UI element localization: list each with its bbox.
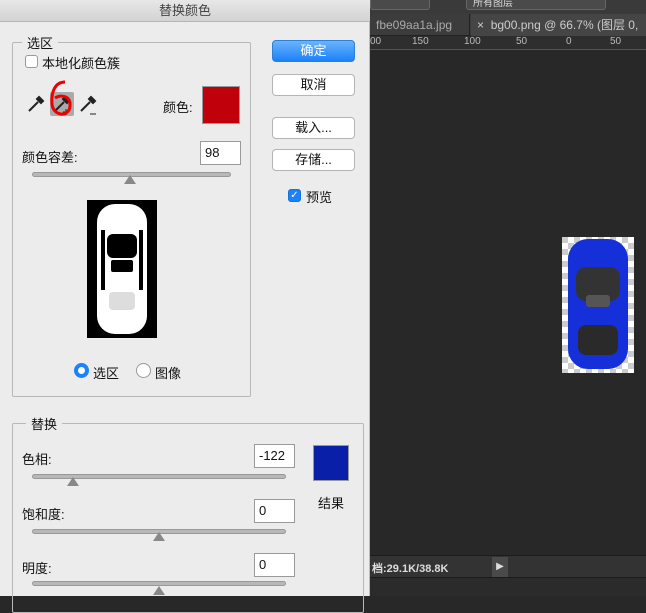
lightness-input[interactable]: 0	[254, 553, 295, 577]
tab-document-2[interactable]: × bg00.png @ 66.7% (图层 0,	[471, 14, 646, 36]
ruler-tick: 50	[516, 36, 528, 47]
ok-button[interactable]: 确定	[272, 40, 355, 62]
tab-document-1[interactable]: fbe09aa1a.jpg	[370, 14, 470, 36]
radio-selection-label: 选区	[93, 366, 120, 381]
ruler-tick: 150	[412, 36, 429, 47]
eyedropper-minus-icon[interactable]	[78, 94, 98, 116]
saturation-slider-thumb[interactable]	[153, 532, 165, 541]
doc-size-text: 档:29.1K/38.8K	[372, 563, 449, 575]
localized-clusters-checkbox[interactable]	[25, 55, 38, 68]
saturation-input[interactable]: 0	[254, 499, 295, 523]
canvas[interactable]	[370, 50, 646, 555]
tab-label: bg00.png @ 66.7% (图层 0,	[490, 18, 639, 32]
radio-image[interactable]	[136, 363, 151, 378]
ruler-tick: 100	[464, 36, 481, 47]
selection-preview-mask	[87, 200, 157, 338]
result-color-swatch[interactable]	[313, 445, 349, 481]
status-menu-arrow-icon[interactable]: ▶	[492, 557, 508, 577]
fuzziness-label: 颜色容差:	[22, 150, 78, 165]
option-dropdown[interactable]	[370, 0, 430, 10]
panel-bottom	[370, 577, 646, 596]
saturation-label: 饱和度:	[22, 507, 65, 522]
result-label: 结果	[318, 496, 345, 511]
tab-label: fbe09aa1a.jpg	[376, 18, 453, 32]
hue-label: 色相:	[22, 452, 52, 467]
radio-selection[interactable]	[74, 363, 89, 378]
ruler-tick: 00	[370, 36, 382, 47]
save-button[interactable]: 存储...	[272, 149, 355, 171]
selection-legend: 选区	[22, 33, 59, 52]
dropdown-value: 所有图层	[473, 0, 513, 9]
fuzziness-slider-thumb[interactable]	[123, 175, 136, 184]
status-bar: 档:29.1K/38.8K ▶	[370, 555, 646, 577]
ruler-tick: 0	[566, 36, 572, 47]
radio-image-label: 图像	[155, 366, 182, 381]
localized-clusters-label: 本地化颜色簇	[42, 56, 121, 71]
fuzziness-input[interactable]: 98	[200, 141, 241, 165]
close-icon[interactable]: ×	[477, 18, 484, 32]
hue-slider-thumb[interactable]	[66, 477, 79, 486]
load-button[interactable]: 载入...	[272, 117, 355, 139]
hue-input[interactable]: -122	[254, 444, 295, 468]
preview-label: 预览	[306, 190, 333, 205]
color-label: 颜色:	[163, 100, 193, 115]
sample-layers-dropdown[interactable]: 所有图层	[466, 0, 606, 10]
car-image	[562, 237, 634, 373]
dialog-title: 替换颜色	[0, 0, 370, 22]
red-annotation-circle	[50, 80, 72, 116]
document-tabs: fbe09aa1a.jpg × bg00.png @ 66.7% (图层 0,	[370, 14, 646, 36]
cancel-button[interactable]: 取消	[272, 74, 355, 96]
preview-checkbox[interactable]: ✓	[288, 189, 301, 202]
replace-color-dialog: 替换颜色 选区 本地化颜色簇 颜色: 颜色容差: 98 选区 图像 确定 取消 …	[0, 0, 370, 613]
eyedropper-icon[interactable]	[26, 94, 46, 114]
lightness-slider-thumb[interactable]	[153, 586, 165, 595]
replace-legend: 替换	[26, 414, 63, 433]
selection-color-swatch[interactable]	[202, 86, 240, 124]
ruler-tick: 50	[610, 36, 622, 47]
lightness-label: 明度:	[22, 561, 52, 576]
options-bar: 所有图层	[370, 0, 646, 14]
horizontal-ruler: 00 150 100 50 0 50	[370, 36, 646, 50]
